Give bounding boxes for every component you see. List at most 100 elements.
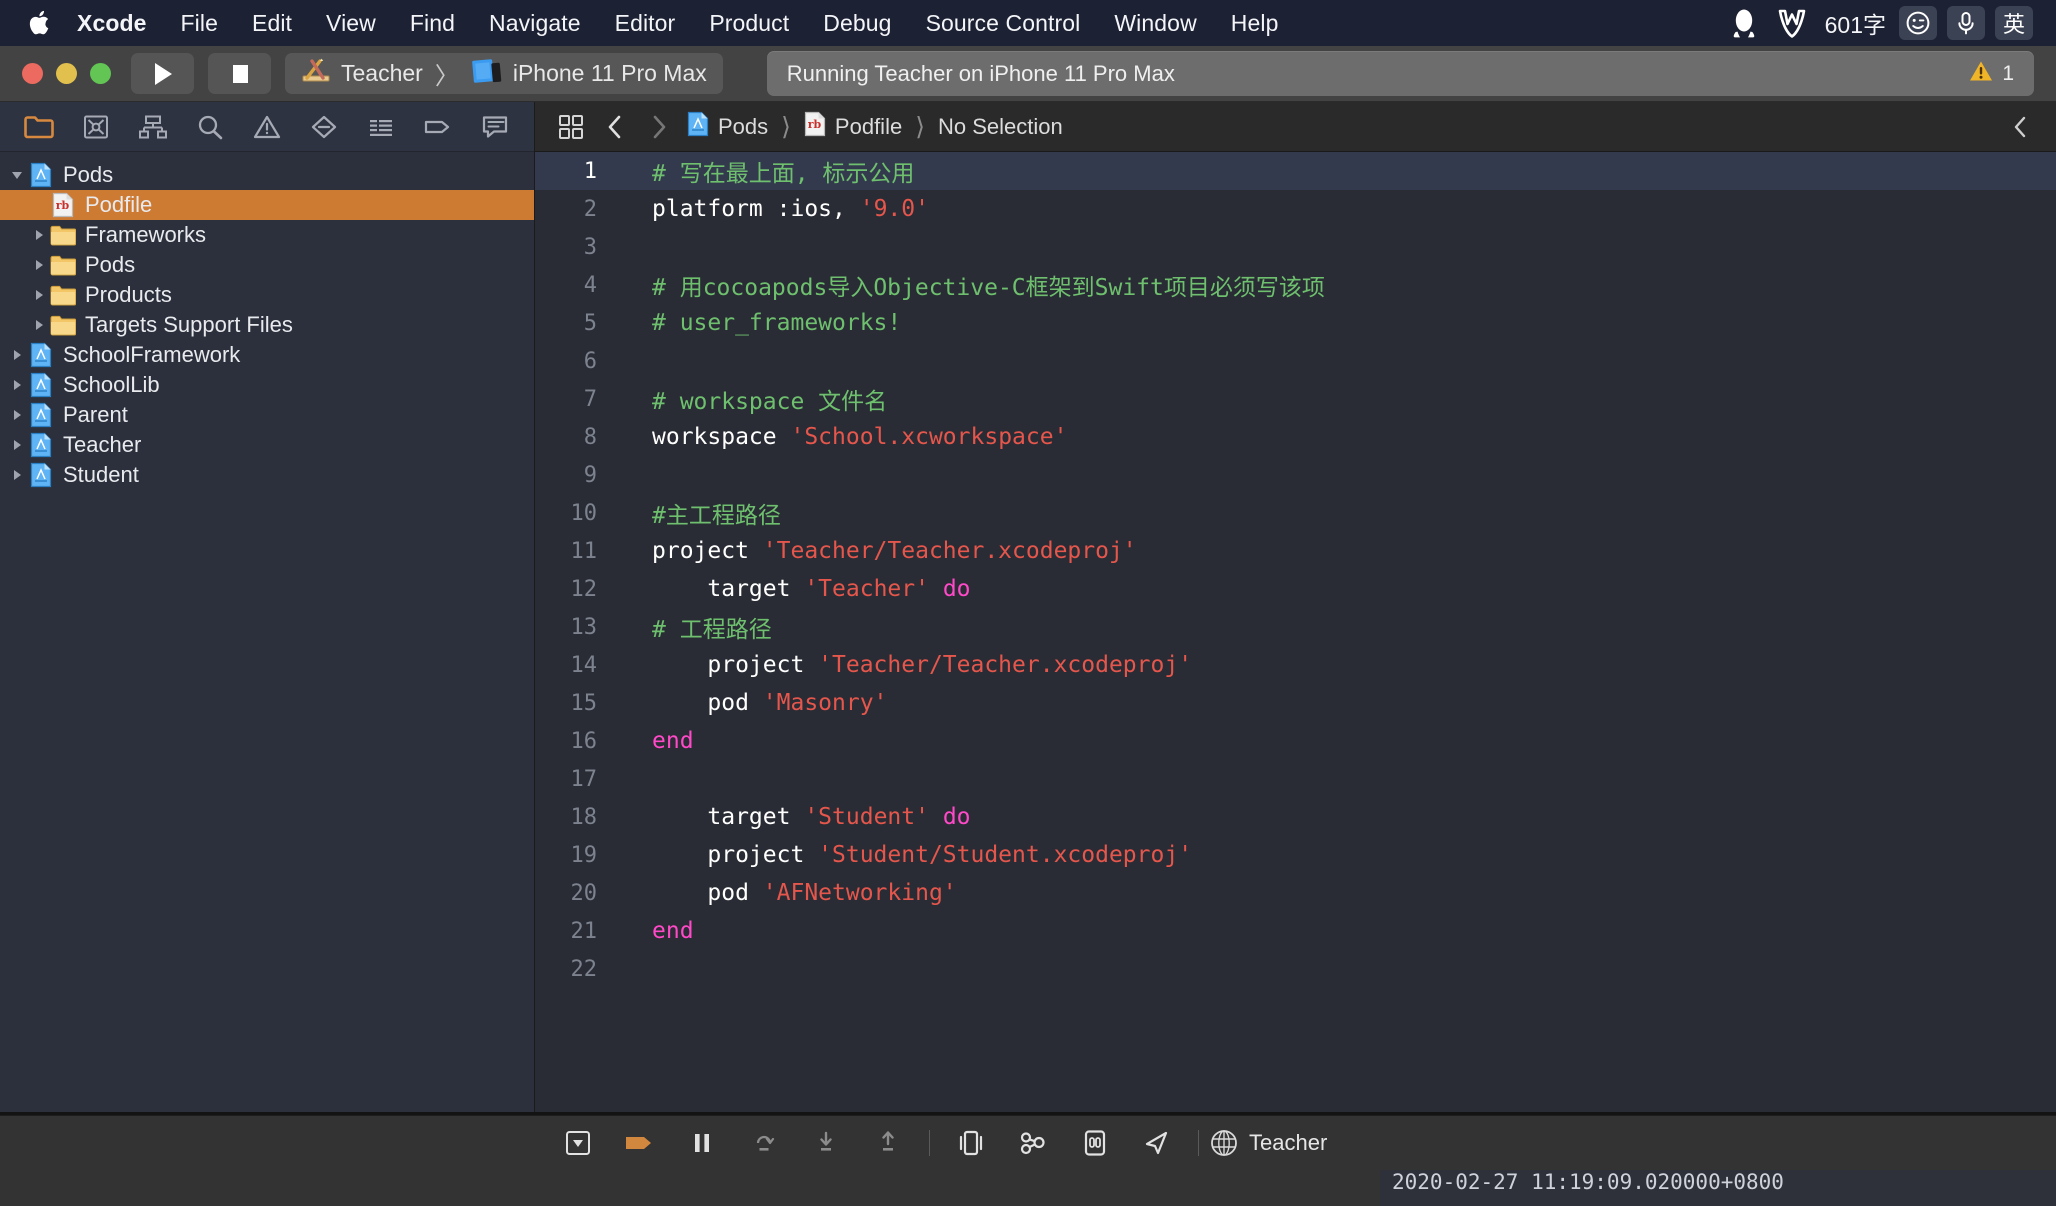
scheme-selector[interactable]: Teacher 〉 iPhone 11 Pro Max (285, 53, 723, 94)
menu-source-control[interactable]: Source Control (909, 0, 1098, 46)
close-window-button[interactable] (22, 63, 43, 84)
breadcrumb-item-selection[interactable]: No Selection (934, 114, 1067, 140)
issue-summary[interactable]: 1 (1969, 60, 2014, 88)
console-output-area[interactable]: 2020-02-27 11:19:09.020000+0800 (0, 1170, 2056, 1206)
zoom-window-button[interactable] (90, 63, 111, 84)
tree-row[interactable]: SchoolLib (0, 370, 534, 400)
apple-menu-icon[interactable] (26, 8, 52, 38)
source-code-editor[interactable]: 1 # 写在最上面, 标示公用 2 platform :ios, '9.0' 3 4 # 用… (535, 152, 2056, 1112)
menu-debug[interactable]: Debug (806, 0, 908, 46)
code-line[interactable]: 18 target 'Student' do (535, 798, 2056, 836)
disclosure-triangle-right-icon[interactable] (6, 468, 28, 482)
activity-status-bar[interactable]: Running Teacher on iPhone 11 Pro Max 1 (766, 51, 2034, 96)
tree-row[interactable]: Pods (0, 250, 534, 280)
menu-window[interactable]: Window (1097, 0, 1213, 46)
navigator-tab-find[interactable] (189, 107, 231, 147)
code-line[interactable]: 4 # 用cocoapods导入Objective-C框架到Swift项目必须写该… (535, 266, 2056, 304)
code-line[interactable]: 11 project 'Teacher/Teacher.xcodeproj' (535, 532, 2056, 570)
navigator-tab-breakpoint[interactable] (417, 107, 459, 147)
navigator-tab-project[interactable] (18, 107, 60, 147)
navigator-tab-issue[interactable] (246, 107, 288, 147)
menu-view[interactable]: View (309, 0, 393, 46)
disclosure-triangle-right-icon[interactable] (6, 378, 28, 392)
code-line[interactable]: 1 # 写在最上面, 标示公用 (535, 152, 2056, 190)
disclosure-triangle-right-icon[interactable] (6, 438, 28, 452)
breadcrumb-item-project[interactable]: Pods (683, 111, 772, 143)
line-number: 18 (570, 804, 598, 830)
code-line[interactable]: 21 end (535, 912, 2056, 950)
tree-row[interactable]: Frameworks (0, 220, 534, 250)
step-into-button[interactable] (795, 1116, 857, 1171)
menu-product[interactable]: Product (692, 0, 806, 46)
code-line[interactable]: 5 # user_frameworks! (535, 304, 2056, 342)
code-line[interactable]: 16 end (535, 722, 2056, 760)
menu-editor[interactable]: Editor (598, 0, 693, 46)
debug-bar-divider (1198, 1130, 1199, 1156)
simulate-location-button[interactable] (1126, 1116, 1188, 1171)
penguin-icon[interactable] (1721, 0, 1767, 46)
minimize-window-button[interactable] (56, 63, 77, 84)
navigate-forward-button[interactable] (639, 107, 679, 147)
disclosure-triangle-down-icon[interactable] (6, 168, 28, 182)
step-over-button[interactable] (733, 1116, 795, 1171)
code-line[interactable]: 7 # workspace 文件名 (535, 380, 2056, 418)
w-logo-icon[interactable] (1767, 0, 1817, 46)
input-method-indicator[interactable]: 英 (1995, 6, 2033, 40)
tree-row[interactable]: rb Podfile (0, 190, 534, 220)
related-items-icon[interactable] (551, 107, 591, 147)
debug-view-hierarchy-button[interactable] (940, 1116, 1002, 1171)
code-line[interactable]: 19 project 'Student/Student.xcodeproj' (535, 836, 2056, 874)
disclosure-triangle-right-icon[interactable] (6, 348, 28, 362)
step-out-button[interactable] (857, 1116, 919, 1171)
tree-row[interactable]: Pods (0, 160, 534, 190)
code-line[interactable]: 22 (535, 950, 2056, 988)
code-line[interactable]: 12 target 'Teacher' do (535, 570, 2056, 608)
simulate-keyboard-button[interactable] (1064, 1116, 1126, 1171)
navigator-tab-test[interactable] (303, 107, 345, 147)
disclosure-triangle-right-icon[interactable] (28, 228, 50, 242)
tree-row[interactable]: Targets Support Files (0, 310, 534, 340)
navigator-tab-debug[interactable] (360, 107, 402, 147)
disclosure-triangle-right-icon[interactable] (6, 408, 28, 422)
navigator-tab-symbol[interactable] (132, 107, 174, 147)
code-line[interactable]: 2 platform :ios, '9.0' (535, 190, 2056, 228)
code-line[interactable]: 3 (535, 228, 2056, 266)
code-line[interactable]: 20 pod 'AFNetworking' (535, 874, 2056, 912)
menu-xcode[interactable]: Xcode (60, 0, 164, 46)
code-line[interactable]: 15 pod 'Masonry' (535, 684, 2056, 722)
project-navigator-tree[interactable]: Pods rb Podfile Frameworks Pods Products… (0, 152, 534, 1112)
disclosure-triangle-right-icon[interactable] (28, 288, 50, 302)
menu-file[interactable]: File (164, 0, 235, 46)
menu-help[interactable]: Help (1214, 0, 1296, 46)
code-line[interactable]: 14 project 'Teacher/Teacher.xcodeproj' (535, 646, 2056, 684)
code-line[interactable]: 9 (535, 456, 2056, 494)
breadcrumb-item-file[interactable]: rb Podfile (800, 111, 906, 143)
tree-row[interactable]: Parent (0, 400, 534, 430)
menu-find[interactable]: Find (393, 0, 472, 46)
code-line[interactable]: 6 (535, 342, 2056, 380)
menu-navigate[interactable]: Navigate (472, 0, 598, 46)
run-button[interactable] (131, 53, 194, 94)
code-line[interactable]: 10 #主工程路径 (535, 494, 2056, 532)
code-line[interactable]: 17 (535, 760, 2056, 798)
navigate-back-button[interactable] (595, 107, 635, 147)
activate-breakpoints-button[interactable] (609, 1116, 671, 1171)
disclosure-triangle-right-icon[interactable] (28, 258, 50, 272)
navigator-tab-report[interactable] (474, 107, 516, 147)
microphone-icon[interactable] (1947, 6, 1985, 40)
tree-row[interactable]: Student (0, 460, 534, 490)
collapse-inspector-icon[interactable] (2000, 107, 2040, 147)
code-line[interactable]: 8 workspace 'School.xcworkspace' (535, 418, 2056, 456)
stop-button[interactable] (208, 53, 271, 94)
tree-row[interactable]: SchoolFramework (0, 340, 534, 370)
memory-graph-button[interactable] (1002, 1116, 1064, 1171)
disclosure-triangle-right-icon[interactable] (28, 318, 50, 332)
navigator-tab-source-control[interactable] (75, 107, 117, 147)
tree-row[interactable]: Products (0, 280, 534, 310)
code-line[interactable]: 13 # 工程路径 (535, 608, 2056, 646)
pause-button[interactable] (671, 1116, 733, 1171)
hide-debug-area-button[interactable] (547, 1116, 609, 1171)
wink-face-icon[interactable] (1899, 6, 1937, 40)
tree-row[interactable]: Teacher (0, 430, 534, 460)
menu-edit[interactable]: Edit (235, 0, 309, 46)
